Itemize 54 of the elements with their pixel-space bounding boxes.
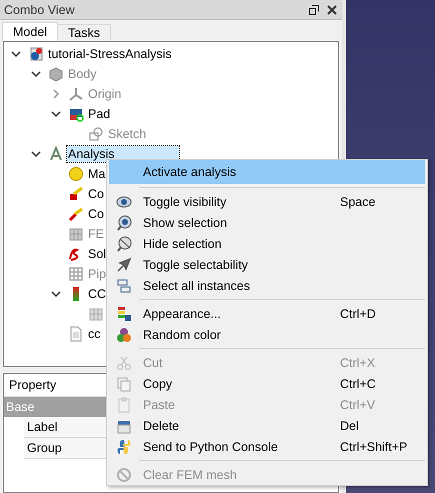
shortcut-text: Ctrl+X <box>340 356 376 370</box>
shortcut-text: Ctrl+Shift+P <box>340 440 408 454</box>
menu-item[interactable]: Select all instances <box>109 275 425 296</box>
menu-item-icon <box>116 256 132 272</box>
tree-node-icon <box>48 66 64 82</box>
tree-item[interactable]: Sol <box>87 246 108 262</box>
menu-item-icon <box>116 438 132 454</box>
menu-item[interactable]: Toggle selectability <box>109 254 425 275</box>
shortcut-text: Ctrl+D <box>340 306 377 320</box>
menu-item[interactable]: Delete Del <box>109 415 425 436</box>
menu-item[interactable]: Random color <box>109 324 425 345</box>
tree-node-icon <box>68 86 84 102</box>
tree-node-icon <box>68 266 84 282</box>
tree-node-icon <box>88 126 104 142</box>
close-button[interactable] <box>326 4 338 16</box>
menu-item-icon <box>116 396 132 412</box>
menu-item[interactable]: Hide selection <box>109 233 425 254</box>
tab[interactable]: Model <box>2 22 58 41</box>
menu-item[interactable]: Appearance... Ctrl+D <box>109 303 425 324</box>
tree-node-icon <box>68 106 84 122</box>
shortcut-text: Space <box>340 194 376 208</box>
tree-node-icon <box>68 206 84 222</box>
menu-item-icon <box>116 326 132 342</box>
menu-item-icon <box>116 236 132 252</box>
shortcut-text: Del <box>340 418 360 432</box>
tree-item[interactable]: CC <box>87 286 108 302</box>
menu-item[interactable]: Activate analysis <box>109 160 425 184</box>
menu-item[interactable]: Show selection <box>109 212 425 233</box>
menu-item-icon <box>116 466 132 482</box>
panel-title: Combo View <box>4 2 76 16</box>
shortcut-text: Ctrl+C <box>340 376 377 390</box>
menu-item[interactable]: Send to Python Console Ctrl+Shift+P <box>109 436 425 457</box>
restore-button[interactable] <box>308 4 320 16</box>
tree-item[interactable]: Co <box>87 206 105 222</box>
shortcut-text: Ctrl+V <box>340 398 376 412</box>
tree-item[interactable]: tutorial-StressAnalysis <box>47 46 173 62</box>
menu-item-icon <box>116 306 132 322</box>
menu-item-icon <box>116 194 132 210</box>
tree-node-icon <box>68 326 84 342</box>
tree-item[interactable]: cc <box>87 326 102 342</box>
tree-node-icon <box>48 146 64 162</box>
tree-node-icon <box>68 226 84 242</box>
tree-node-icon <box>68 186 84 202</box>
tab[interactable]: Tasks <box>57 24 111 41</box>
tree-node-icon <box>28 46 44 62</box>
menu-item[interactable]: Toggle visibility Space <box>109 191 425 212</box>
menu-item-icon <box>116 354 132 370</box>
tree-item[interactable]: Ma <box>87 166 106 182</box>
menu-item-icon <box>116 214 132 230</box>
menu-item-icon <box>116 376 132 392</box>
menu-item-icon <box>116 278 132 294</box>
tree-node-icon <box>68 166 84 182</box>
tree-item[interactable]: Pad <box>87 106 112 122</box>
tree-item[interactable]: Co <box>87 186 105 202</box>
